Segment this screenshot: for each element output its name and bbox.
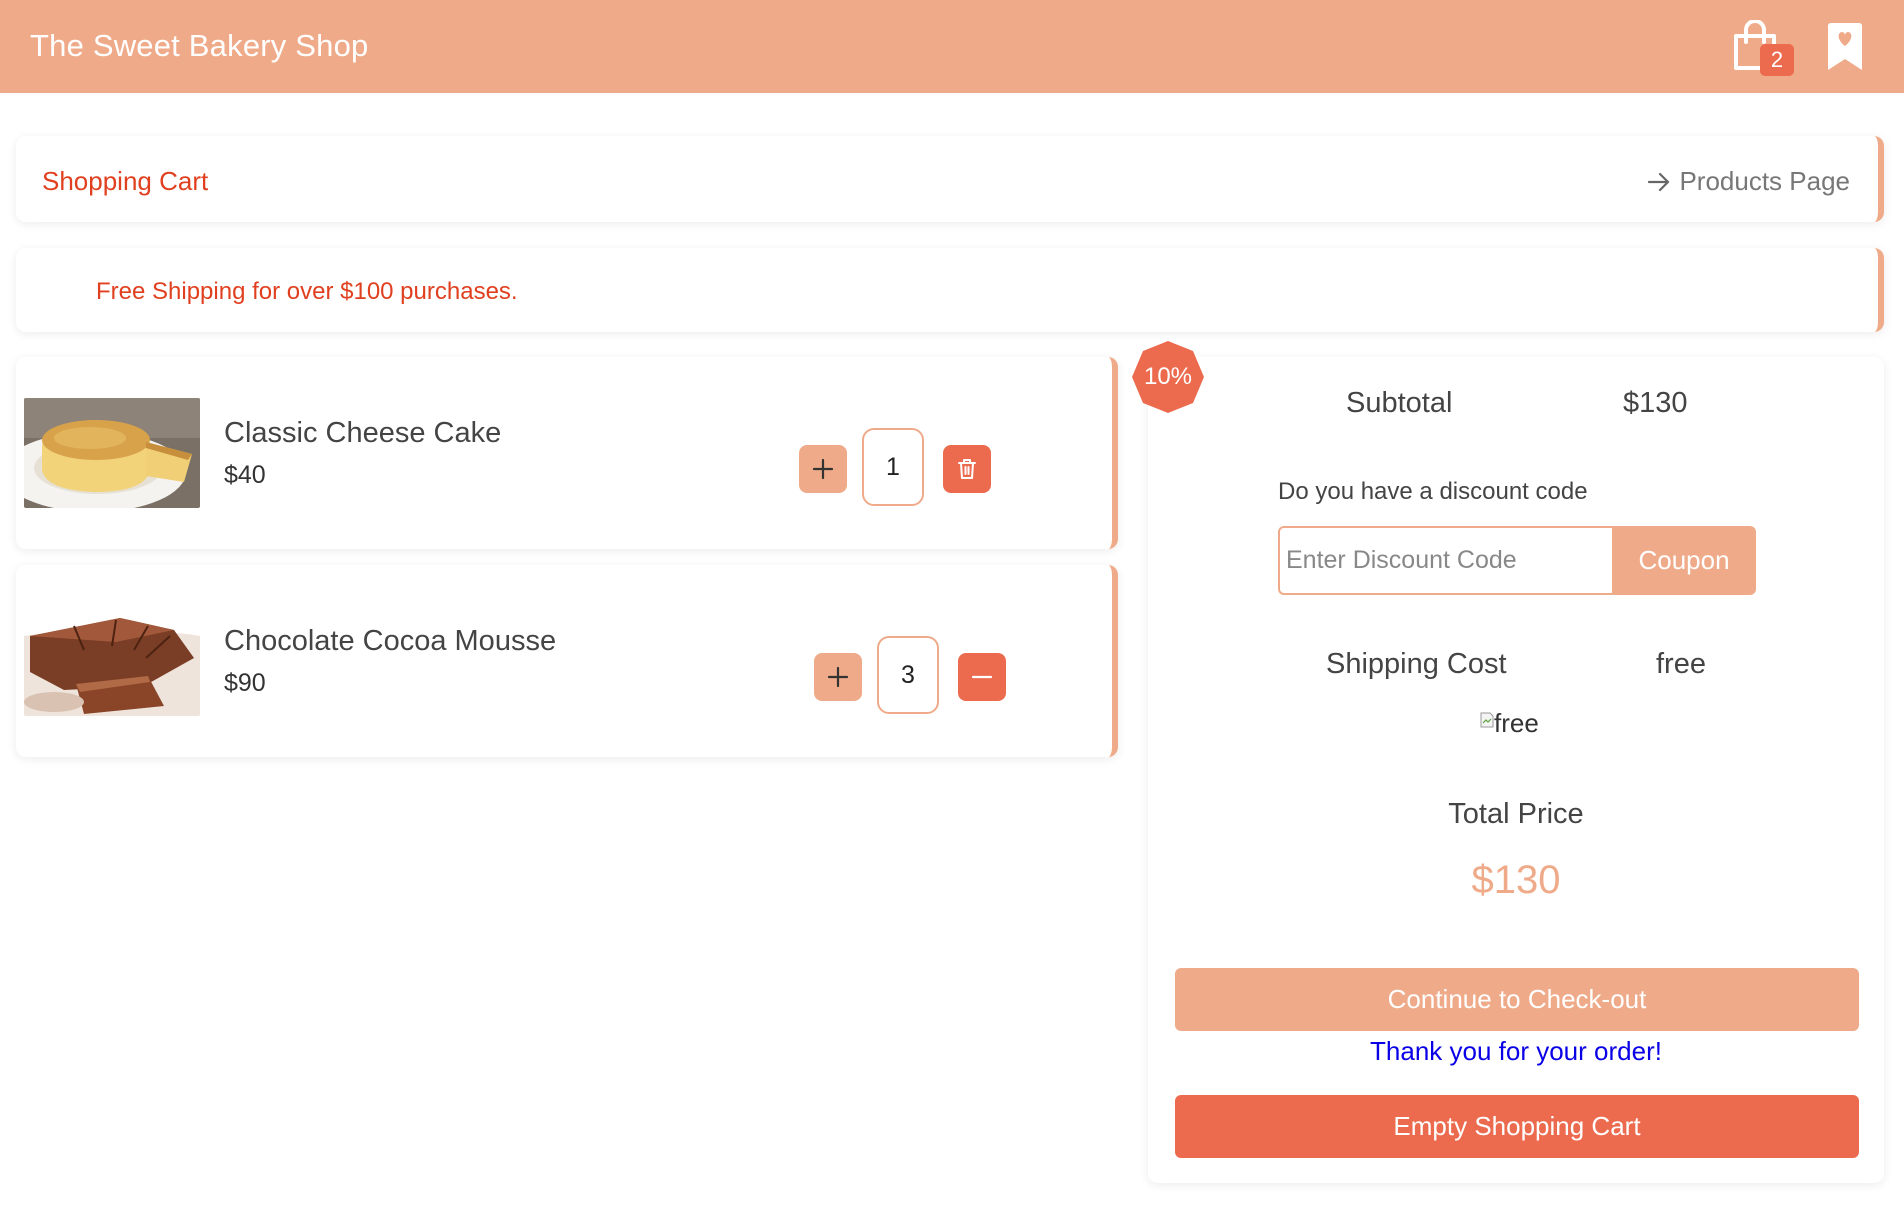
shipping-image: free [1480,708,1539,739]
plus-icon [812,458,834,480]
coupon-button[interactable]: Coupon [1612,526,1756,595]
free-shipping-text: Free Shipping for over $100 purchases. [96,278,518,305]
brand-title[interactable]: The Sweet Bakery Shop [30,28,369,64]
quantity-display[interactable]: 3 [877,636,939,714]
cart-item: Chocolate Cocoa Mousse $90 3 [16,565,1118,757]
page-title: Shopping Cart [42,166,209,196]
increase-quantity-button[interactable] [799,445,847,493]
shipping-cost-label: Shipping Cost [1326,648,1507,680]
item-name: Classic Cheese Cake [224,417,502,449]
wishlist-button[interactable] [1826,22,1866,72]
subtotal-label: Subtotal [1346,387,1453,419]
plus-icon [827,666,849,688]
increase-quantity-button[interactable] [814,653,862,701]
products-page-link[interactable]: Products Page [1647,166,1850,197]
shipping-image-alt: free [1494,708,1539,738]
cheesecake-image [24,398,200,508]
item-name: Chocolate Cocoa Mousse [224,625,557,657]
cart-item: Classic Cheese Cake $40 1 [16,357,1118,549]
shipping-cost-value: free [1656,648,1706,680]
trash-icon [958,459,976,479]
total-price-value: $130 [1471,858,1561,902]
decrease-quantity-button[interactable] [958,653,1006,701]
top-navbar: The Sweet Bakery Shop 2 [0,0,1904,93]
empty-cart-button[interactable]: Empty Shopping Cart [1175,1095,1859,1158]
thank-you-message: Thank you for your order! [1370,1036,1662,1066]
discount-badge: 10% [1131,340,1205,414]
chocolate-cake-image [24,606,200,716]
discount-question: Do you have a discount code [1278,478,1588,505]
cart-button[interactable]: 2 [1732,18,1796,78]
item-price: $40 [224,461,266,489]
discount-code-input[interactable] [1278,526,1612,595]
quantity-display[interactable]: 1 [862,428,924,506]
discount-badge-text: 10% [1143,363,1193,390]
products-page-label: Products Page [1679,166,1850,196]
broken-image-icon [1480,712,1494,728]
subtotal-value: $130 [1623,387,1688,419]
checkout-button[interactable]: Continue to Check-out [1175,968,1859,1031]
minus-icon [971,675,993,679]
item-price: $90 [224,669,266,697]
cart-count-badge: 2 [1760,44,1794,76]
arrow-right-icon [1648,172,1670,191]
breadcrumb-bar: Shopping Cart Products Page [16,136,1884,222]
total-price-label: Total Price [1448,798,1584,830]
remove-item-button[interactable] [943,445,991,493]
free-shipping-notice: Free Shipping for over $100 purchases. [16,248,1884,332]
bookmark-heart-icon [1828,23,1862,70]
